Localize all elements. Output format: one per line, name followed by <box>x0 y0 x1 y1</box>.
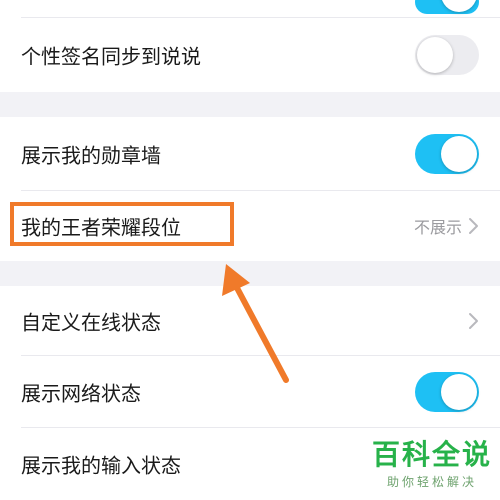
toggle-row-top-partial <box>0 0 500 18</box>
row-network-status[interactable]: 展示网络状态 <box>0 356 500 428</box>
row-medal-wall[interactable]: 展示我的勋章墙 <box>0 117 500 191</box>
signature-sync-label: 个性签名同步到说说 <box>21 44 201 69</box>
row-input-status[interactable]: 展示我的输入状态 <box>0 428 500 500</box>
row-honor-of-kings-rank[interactable]: 我的王者荣耀段位 不展示 <box>0 191 500 261</box>
row-custom-online-status[interactable]: 自定义在线状态 <box>0 286 500 356</box>
honor-rank-value: 不展示 <box>413 218 462 237</box>
toggle-knob <box>441 136 477 172</box>
medal-wall-toggle[interactable] <box>415 134 479 174</box>
medal-wall-label: 展示我的勋章墙 <box>21 143 161 168</box>
network-status-toggle[interactable] <box>415 372 479 412</box>
input-status-label: 展示我的输入状态 <box>21 453 181 478</box>
signature-sync-toggle[interactable] <box>415 35 479 75</box>
toggle-knob <box>417 37 453 73</box>
toggle-knob <box>441 0 477 12</box>
network-status-label: 展示网络状态 <box>21 381 141 406</box>
chevron-right-icon <box>469 218 478 234</box>
row-signature-sync[interactable]: 个性签名同步到说说 <box>0 18 500 92</box>
honor-rank-label: 我的王者荣耀段位 <box>21 215 181 240</box>
top-partial-toggle[interactable] <box>415 0 479 14</box>
chevron-right-icon <box>469 313 478 329</box>
custom-online-status-label: 自定义在线状态 <box>21 310 161 335</box>
toggle-knob <box>441 374 477 410</box>
